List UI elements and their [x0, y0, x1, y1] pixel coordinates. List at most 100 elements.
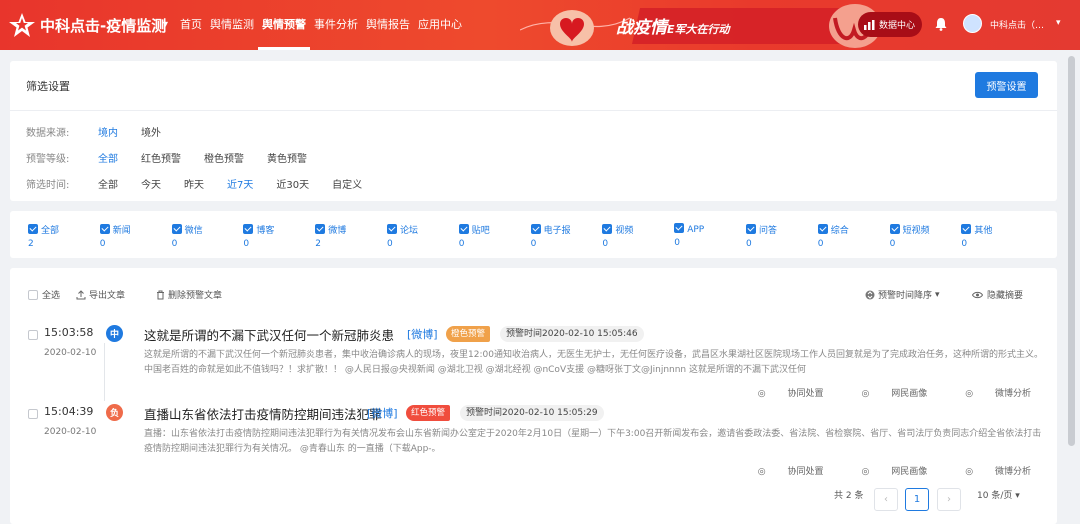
media-type-filter[interactable]: 微博 2	[315, 223, 346, 249]
data-center-button[interactable]: 数据中心	[858, 12, 922, 37]
media-type-filter[interactable]: 全部 2	[28, 223, 59, 249]
checkbox-checked-icon[interactable]	[530, 224, 541, 234]
item-checkbox[interactable]	[28, 330, 38, 340]
sort-dropdown[interactable]: 预警时间降序 ▾	[865, 288, 940, 301]
media-type-count: 0	[171, 239, 178, 249]
scrollbar[interactable]	[1068, 56, 1075, 446]
media-type-filter[interactable]: APP 0	[674, 223, 704, 248]
action-icon: ◎	[965, 389, 976, 399]
page-button[interactable]: 1	[905, 488, 929, 511]
media-type-filter[interactable]: 新闻 0	[99, 223, 131, 249]
media-type-filter[interactable]: 论坛 0	[387, 223, 418, 249]
action-icon: ◎	[757, 389, 769, 399]
media-type-filter[interactable]: 视频 0	[602, 223, 633, 249]
alert-level-badge: 红色预警	[406, 405, 451, 421]
media-type-filter[interactable]: 博客 0	[243, 223, 274, 249]
sort-icon	[865, 290, 875, 299]
media-type-filter[interactable]: 电子报 0	[530, 223, 571, 249]
action-link[interactable]: ◎ 协同处置	[739, 386, 824, 399]
nav-item[interactable]: 事件分析	[310, 0, 362, 50]
media-type-label: 问答	[759, 226, 778, 236]
checkbox-checked-icon[interactable]	[746, 224, 756, 234]
media-type-count: 0	[961, 239, 968, 249]
filter-option[interactable]: 今天	[141, 176, 161, 191]
media-type-label: 博客	[256, 226, 275, 236]
filter-option[interactable]: 境外	[141, 124, 161, 139]
action-link[interactable]: ◎ 微博分析	[946, 464, 1031, 477]
action-icon: ◎	[861, 389, 873, 399]
export-button[interactable]: 导出文章	[76, 288, 125, 301]
brand-title[interactable]: 中科点击-疫情监测	[40, 15, 166, 36]
filter-option[interactable]: 近7天	[227, 176, 253, 191]
checkbox-checked-icon[interactable]	[243, 224, 254, 234]
delete-alerts-button[interactable]: 删除预警文章	[156, 288, 222, 301]
checkbox-checked-icon[interactable]	[315, 224, 326, 234]
media-type-filter[interactable]: 综合 0	[817, 223, 849, 249]
nav-item[interactable]: 首页	[176, 0, 206, 50]
media-type-filter[interactable]: 短视频 0	[889, 223, 930, 249]
action-link[interactable]: ◎ 网民画像	[843, 386, 928, 399]
checkbox-checked-icon[interactable]	[171, 224, 182, 234]
checkbox[interactable]	[28, 289, 38, 300]
item-checkbox[interactable]	[28, 409, 38, 419]
prev-page-button[interactable]: ‹	[874, 488, 898, 511]
page-size-select[interactable]: 10 条/页 ▾	[977, 488, 1020, 501]
nav-item[interactable]: 应用中心	[414, 0, 466, 50]
media-type-filter[interactable]: 微信 0	[171, 223, 203, 249]
filter-row: 筛选时间: 全部 今天 昨天 近7天 近30天 自定义	[26, 176, 385, 191]
avatar[interactable]	[963, 14, 982, 33]
checkbox-checked-icon[interactable]	[387, 224, 397, 234]
trash-icon	[157, 290, 164, 299]
filter-option[interactable]: 黄色预警	[267, 150, 307, 165]
filter-option[interactable]: 橙色预警	[204, 150, 244, 165]
checkbox-checked-icon[interactable]	[602, 224, 613, 234]
select-all-checkbox[interactable]: 全选	[28, 288, 60, 301]
upload-icon	[76, 289, 86, 299]
filter-option[interactable]: 全部	[98, 150, 118, 165]
username[interactable]: 中科点击（…	[990, 18, 1044, 31]
filter-option[interactable]: 自定义	[332, 176, 362, 191]
media-type-filter[interactable]: 其他 0	[961, 223, 992, 249]
media-type-filter[interactable]: 问答 0	[746, 223, 777, 249]
chevron-down-icon[interactable]: ▾	[163, 19, 168, 30]
star-logo-icon	[9, 13, 35, 37]
checkbox-checked-icon[interactable]	[889, 224, 900, 234]
nav-item[interactable]: 舆情预警	[258, 0, 310, 50]
banner-slogan: 战疫情E军大在行动	[616, 18, 730, 38]
item-summary: 这就是所谓的不漏下武汉任何一个新冠肺炎患者，集中收治确诊病人的现场，夜里12:0…	[144, 350, 1043, 375]
filter-option[interactable]: 境内	[98, 124, 118, 139]
item-title[interactable]: 这就是所谓的不漏下武汉任何一个新冠肺炎患	[144, 325, 394, 344]
checkbox-checked-icon[interactable]	[99, 224, 110, 234]
checkbox-checked-icon[interactable]	[961, 224, 972, 234]
item-source: [微博]	[367, 407, 398, 420]
media-type-count: 0	[889, 239, 896, 249]
action-link[interactable]: ◎ 网民画像	[843, 464, 928, 477]
checkbox-checked-icon[interactable]	[458, 224, 469, 234]
chevron-down-icon[interactable]: ▾	[1056, 18, 1061, 28]
next-page-button[interactable]: ›	[937, 488, 961, 511]
nav-item[interactable]: 舆情报告	[362, 0, 414, 50]
hide-summary-button[interactable]: 隐藏摘要	[972, 288, 1023, 301]
filter-option[interactable]: 昨天	[184, 176, 204, 191]
checkbox-checked-icon[interactable]	[28, 224, 38, 234]
media-type-label: APP	[687, 225, 705, 235]
media-type-filter[interactable]: 贴吧 0	[458, 223, 490, 249]
filter-option[interactable]: 全部	[98, 176, 118, 191]
item-title[interactable]: 直播山东省依法打击疫情防控期间违法犯罪	[144, 404, 382, 423]
media-type-count: 0	[746, 239, 752, 249]
nav-item[interactable]: 舆情监测	[206, 0, 258, 50]
checkbox-checked-icon[interactable]	[674, 223, 685, 233]
filter-option[interactable]: 红色预警	[141, 150, 181, 165]
bell-icon[interactable]	[935, 17, 947, 31]
media-type-label: 电子报	[543, 226, 571, 236]
action-icon: ◎	[965, 467, 976, 477]
action-link[interactable]: ◎ 微博分析	[946, 386, 1031, 399]
media-type-label: 微信	[184, 226, 203, 236]
alert-settings-button[interactable]: 预警设置	[975, 72, 1038, 98]
filter-option[interactable]: 近30天	[276, 176, 309, 191]
filter-row: 预警等级: 全部 红色预警 橙色预警 黄色预警	[26, 150, 330, 165]
chevron-down-icon: ▾	[935, 289, 940, 300]
action-link[interactable]: ◎ 协同处置	[739, 464, 824, 477]
checkbox-checked-icon[interactable]	[817, 224, 828, 234]
media-type-count: 0	[99, 239, 106, 249]
